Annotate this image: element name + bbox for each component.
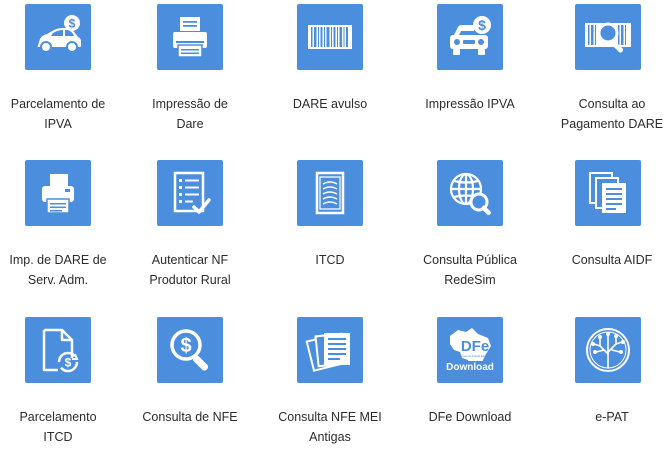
scroll-document-icon <box>297 160 363 226</box>
circuit-tree-icon <box>575 317 641 383</box>
tile-consulta-aidf[interactable]: Consulta AIDF <box>550 160 672 300</box>
tile-impressao-ipva[interactable]: $ Impressão IPVA <box>412 4 536 144</box>
tile-impressao-dare[interactable]: Impressão de Dare <box>132 4 256 144</box>
tile-label: DFe Download <box>428 410 512 424</box>
tile-consulta-publica-redesim[interactable]: Consulta Pública RedeSim <box>412 160 536 300</box>
dfe-download-text: Download <box>446 362 494 373</box>
barcode-magnifier-icon <box>575 4 641 70</box>
tile-label: Consulta Pública RedeSim <box>423 253 517 287</box>
services-grid: $ Parcelamento de IPVA Impressão de Dare <box>0 0 672 444</box>
tile-consulta-nfe-mei-antigas[interactable]: Consulta NFE MEI Antigas <box>272 317 396 457</box>
tile-label: Consulta AIDF <box>571 253 653 267</box>
fax-printer-icon <box>25 160 91 226</box>
svg-text:$: $ <box>65 356 72 370</box>
barcode-icon <box>297 4 363 70</box>
tile-label: Consulta de NFE <box>142 410 238 424</box>
dfe-badge-subtitle: Documento Fiscal Eletrônico <box>456 354 495 358</box>
document-dollar-cycle-icon: $ <box>25 317 91 383</box>
tile-imp-dare-serv-adm[interactable]: Imp. de DARE de Serv. Adm. <box>0 160 124 300</box>
tile-label: ITCD <box>315 253 345 267</box>
tile-dare-avulso[interactable]: DARE avulso <box>272 4 396 144</box>
tile-consulta-nfe[interactable]: $ Consulta de NFE <box>132 317 256 457</box>
dfe-brazil-map-icon: DFe Documento Fiscal Eletrônico Download <box>437 317 503 383</box>
tile-consulta-pagamento-dare[interactable]: Consulta ao Pagamento DARE <box>550 4 672 144</box>
tile-label: Consulta NFE MEI Antigas <box>278 410 382 444</box>
tile-parcelamento-ipva[interactable]: $ Parcelamento de IPVA <box>0 4 124 144</box>
receipts-stack-icon <box>297 317 363 383</box>
tile-label: Parcelamento de IPVA <box>10 97 106 131</box>
globe-magnifier-icon <box>437 160 503 226</box>
tile-label: Consulta ao Pagamento DARE <box>560 97 664 131</box>
tile-label: e-PAT <box>595 410 629 424</box>
dfe-badge-text: DFe <box>461 338 489 355</box>
tile-label: Imp. de DARE de Serv. Adm. <box>9 253 107 287</box>
tile-label: Parcelamento ITCD <box>19 410 97 444</box>
car-dollar-icon: $ <box>25 4 91 70</box>
dollar-magnifier-icon: $ <box>157 317 223 383</box>
stacked-documents-icon <box>575 160 641 226</box>
tile-itcd[interactable]: ITCD <box>272 160 396 300</box>
svg-text:$: $ <box>478 17 486 33</box>
tile-label: DARE avulso <box>292 97 368 111</box>
tile-parcelamento-itcd[interactable]: $ Parcelamento ITCD <box>0 317 124 457</box>
svg-text:$: $ <box>180 335 191 357</box>
tile-e-pat[interactable]: e-PAT <box>550 317 672 457</box>
tile-dfe-download[interactable]: DFe Documento Fiscal Eletrônico Download… <box>412 317 536 457</box>
svg-text:$: $ <box>69 17 76 31</box>
checklist-document-icon <box>157 160 223 226</box>
car-front-dollar-icon: $ <box>437 4 503 70</box>
tile-autenticar-nf[interactable]: Autenticar NF Produtor Rural <box>132 160 256 300</box>
tile-label: Impressão de Dare <box>152 97 228 131</box>
tile-label: Autenticar NF Produtor Rural <box>149 253 231 287</box>
tile-label: Impressão IPVA <box>425 97 515 111</box>
printer-icon <box>157 4 223 70</box>
